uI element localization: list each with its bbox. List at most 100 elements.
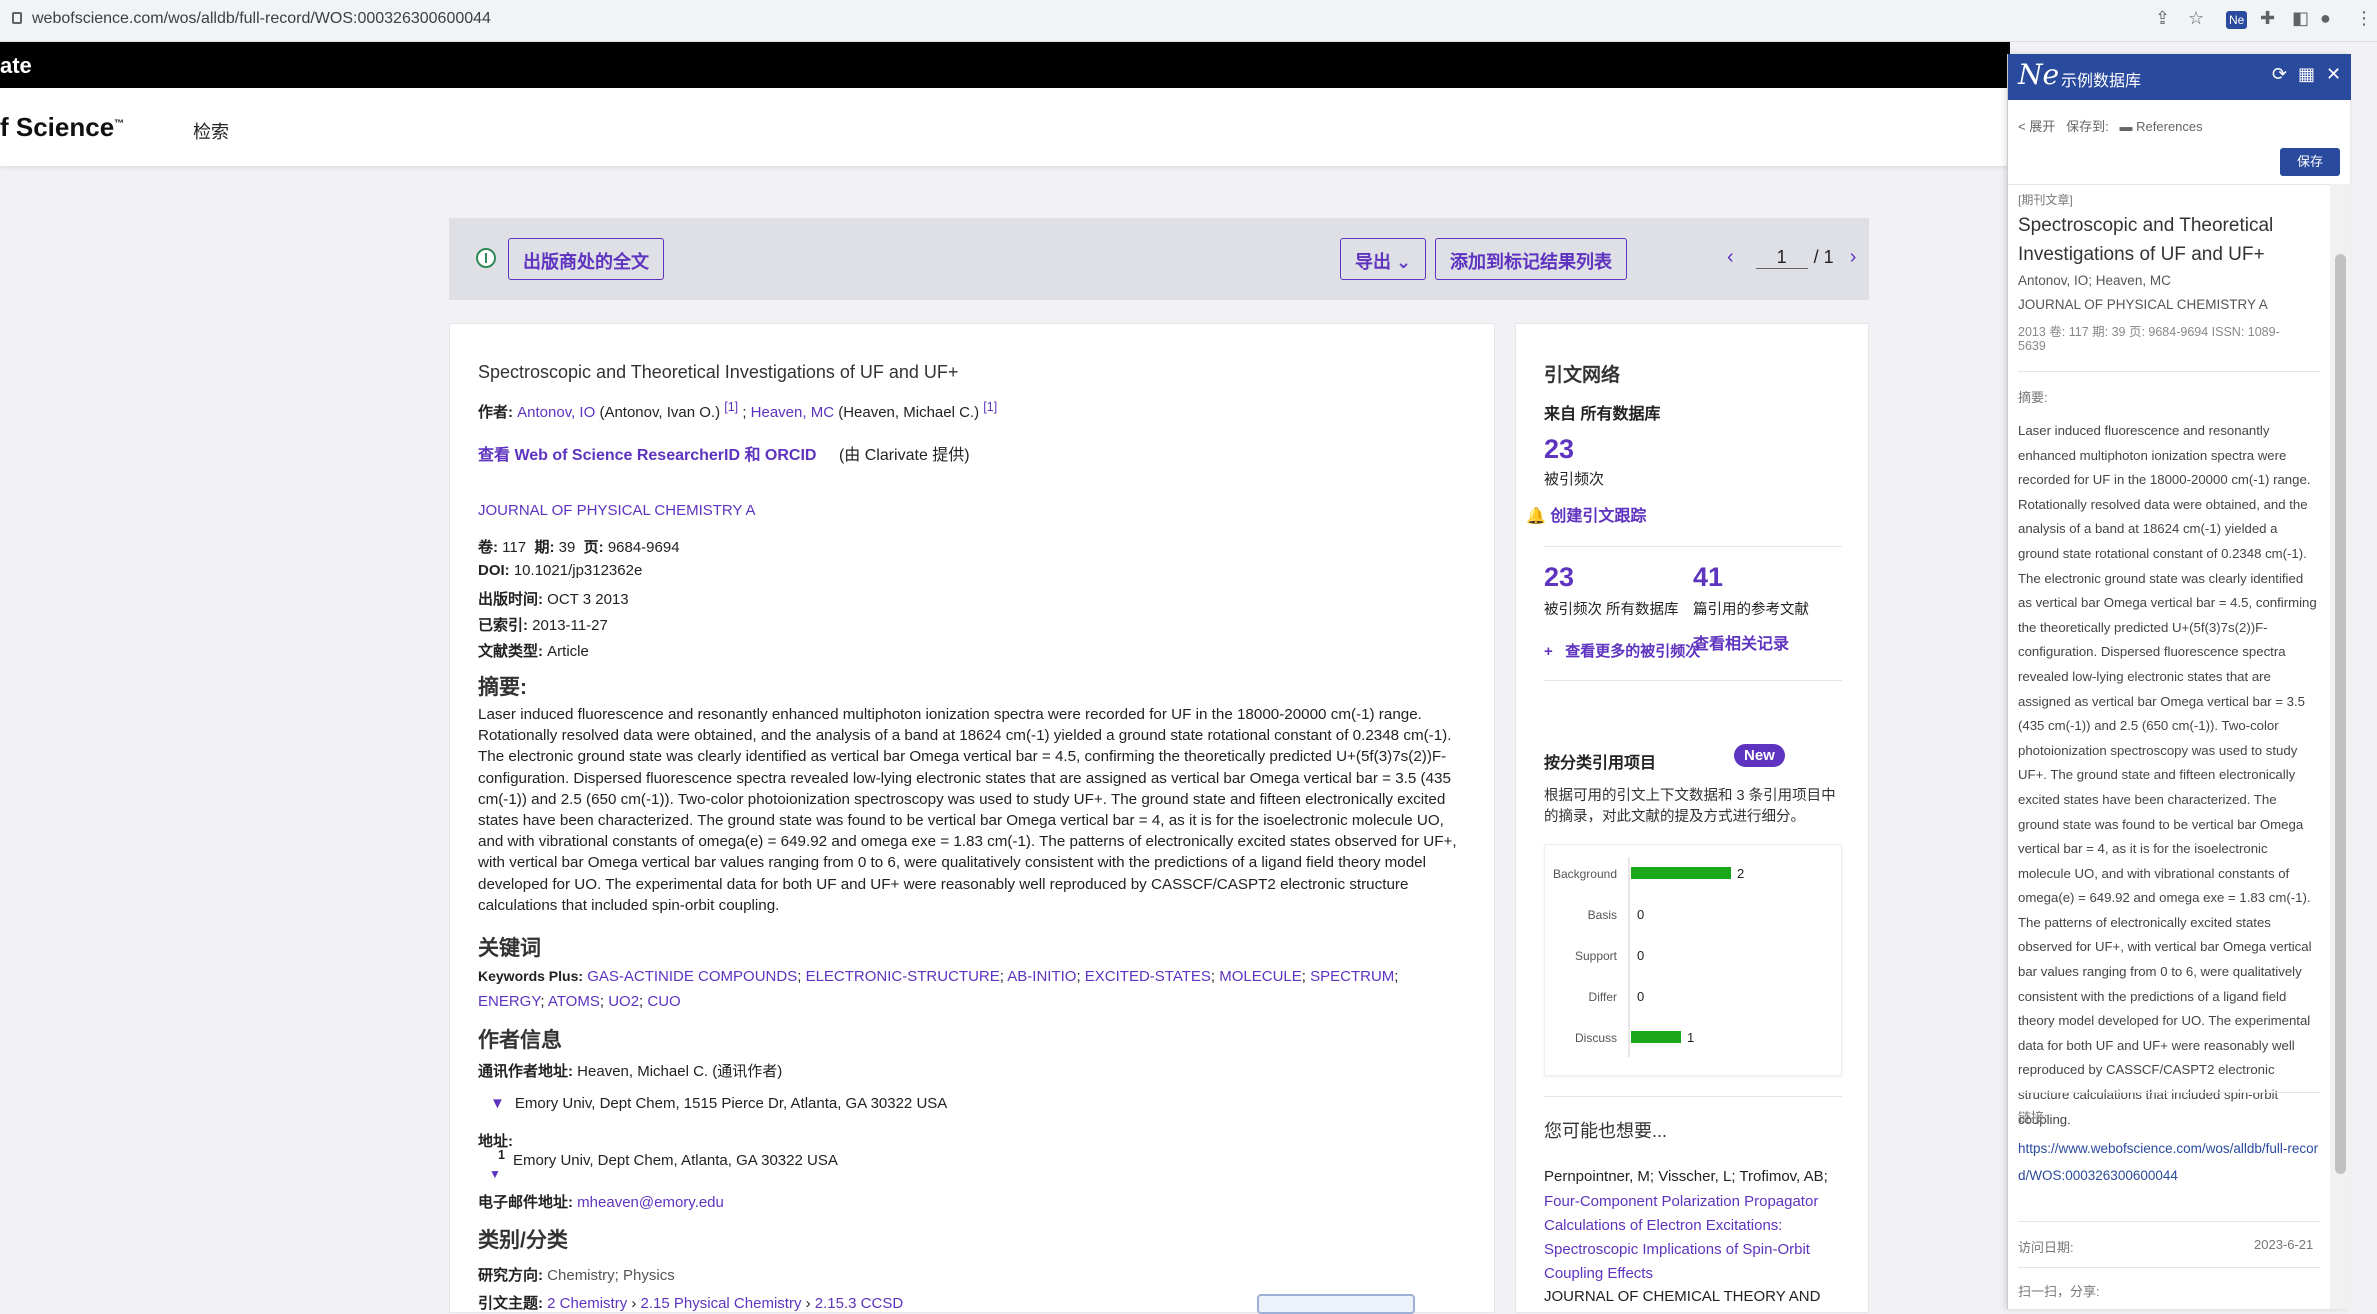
item-meta: 5639 — [2018, 339, 2046, 353]
browser-menu-icon[interactable]: ⋮ — [2355, 8, 2373, 29]
record-card: Spectroscopic and Theoretical Investigat… — [449, 323, 1495, 1313]
export-button[interactable]: 导出 ⌄ — [1340, 238, 1427, 280]
more-times-cited-link[interactable]: + 查看更多的被引频次 — [1544, 640, 1700, 661]
extension-scrollbar[interactable] — [2330, 184, 2351, 1309]
new-badge: New — [1734, 744, 1785, 767]
keyword-link[interactable]: AB-INITIO — [1007, 968, 1076, 985]
classification-heading: 按分类引用项目 — [1544, 755, 1657, 772]
related-records-link[interactable]: 查看相关记录 — [1693, 630, 1789, 654]
keyword-link[interactable]: MOLECULE — [1219, 968, 1302, 985]
create-alert-link[interactable]: 🔔 创建引文跟踪 — [1526, 502, 1646, 526]
classification-description: 根据可用的引文上下文数据和 3 条引用项目中的摘录，对此文献的提及方式进行细分。 — [1544, 788, 1836, 825]
bar-discuss[interactable] — [1631, 1031, 1681, 1043]
keyword-link[interactable]: ELECTRONIC-STRUCTURE — [806, 968, 1000, 985]
clarivate-logo[interactable]: ate — [0, 53, 32, 79]
author-affil-ref[interactable]: [1] — [983, 400, 997, 414]
page-number-input[interactable]: 1 — [1755, 247, 1808, 269]
divider — [1544, 1096, 1842, 1097]
item-meta[interactable]: 2013 卷: 117 期: 39 页: 9684-9694 ISSN: 108… — [2018, 321, 2280, 340]
volume-line: 卷: 117 期: 39 页: 9684-9694 — [478, 536, 680, 557]
bar-background[interactable] — [1631, 867, 1731, 879]
citation-network-heading: 引文网络 — [1544, 365, 1621, 386]
pubdate-value: OCT 3 2013 — [547, 591, 629, 608]
record-toolbar: 出版商处的全文 导出 ⌄ 添加到标记结果列表 ‹ 1/ 1 › — [449, 218, 1869, 300]
profile-avatar-icon[interactable]: ● — [2320, 8, 2331, 29]
prev-page-icon[interactable]: ‹ — [1727, 246, 1734, 268]
extensions-puzzle-icon[interactable]: ✚ — [2260, 8, 2275, 29]
keyword-separator: ; — [797, 968, 806, 985]
extension-title: 示例数据库 — [2061, 73, 2142, 90]
chevron-down-icon: ⌄ — [1396, 252, 1412, 272]
link-label: 链接: — [2018, 1110, 2048, 1125]
cited-references-count[interactable]: 41 — [1693, 562, 1723, 593]
share-icon[interactable]: ⇪ — [2155, 8, 2170, 29]
full-text-button[interactable]: 出版商处的全文 — [508, 238, 664, 280]
add-to-marked-list-button[interactable]: 添加到标记结果列表 — [1435, 238, 1627, 280]
email-link[interactable]: mheaven@emory.edu — [577, 1194, 724, 1211]
folder-select[interactable]: References — [2136, 119, 2202, 134]
abstract-label: 摘要: — [2018, 390, 2048, 405]
translate-widget[interactable] — [1257, 1294, 1415, 1314]
url-field[interactable]: webofscience.com/wos/alldb/full-record/W… — [12, 10, 491, 28]
author-link-heaven[interactable]: Heaven, MC — [751, 404, 834, 421]
keyword-link[interactable]: ENERGY — [478, 993, 540, 1010]
divider — [2018, 1267, 2320, 1268]
times-cited-count[interactable]: 23 — [1544, 434, 1574, 465]
divider — [2018, 1092, 2320, 1093]
divider — [1544, 546, 1842, 547]
researcher-id-link[interactable]: 查看 Web of Science ResearcherID 和 ORCID — [478, 447, 816, 464]
bookmark-star-icon[interactable]: ☆ — [2188, 8, 2204, 29]
clarivate-bar: ate — [0, 42, 2010, 88]
access-date-value[interactable]: 2023-6-21 — [2254, 1237, 2313, 1252]
doctype-line: 文献类型: Article — [478, 640, 589, 661]
corr-label: 通讯作者地址: — [478, 1063, 573, 1080]
refresh-icon[interactable]: ⟳ — [2272, 64, 2287, 85]
times-cited-all-count[interactable]: 23 — [1544, 562, 1574, 593]
keyword-link[interactable]: EXCITED-STATES — [1085, 968, 1211, 985]
corresponding-line: 通讯作者地址: Heaven, Michael C. (通讯作者) — [478, 1060, 782, 1081]
author-affil-ref[interactable]: [1] — [724, 400, 738, 414]
keyword-link[interactable]: GAS-ACTINIDE COMPOUNDS — [587, 968, 797, 985]
expand-toggle[interactable]: < 展开 — [2018, 119, 2055, 134]
extension-item-details: [期刊文章] Spectroscopic and Theoretical Inv… — [2008, 184, 2330, 1309]
close-icon[interactable]: ✕ — [2326, 64, 2341, 85]
researcher-line: 查看 Web of Science ResearcherID 和 ORCID (… — [478, 441, 970, 465]
caret-down-icon[interactable]: ▼ — [490, 1095, 505, 1112]
address-value: Emory Univ, Dept Chem, Atlanta, GA 30322… — [512, 1152, 838, 1169]
corr-address: Emory Univ, Dept Chem, 1515 Pierce Dr, A… — [514, 1095, 948, 1112]
issue-label: 期: — [534, 539, 555, 556]
keywords-heading: 关键词 — [478, 937, 541, 960]
next-page-icon[interactable]: › — [1850, 246, 1857, 268]
author-link-antonov[interactable]: Antonov, IO — [517, 404, 595, 421]
save-button[interactable]: 保存 — [2280, 148, 2340, 176]
email-line: 电子邮件地址: mheaven@emory.edu — [478, 1191, 724, 1212]
citation-topic-link[interactable]: 2.15.3 CCSD — [815, 1295, 903, 1312]
wos-logo[interactable]: f Science™ — [0, 112, 124, 143]
item-journal[interactable]: JOURNAL OF PHYSICAL CHEMISTRY A — [2018, 297, 2268, 312]
keyword-list: GAS-ACTINIDE COMPOUNDS; ELECTRONIC-STRUC… — [478, 968, 1398, 1010]
author-fullname: (Antonov, Ivan O.) — [599, 404, 721, 421]
ne-extension-icon[interactable]: Ne — [2226, 11, 2248, 29]
item-title[interactable]: Spectroscopic and Theoretical Investigat… — [2018, 211, 2318, 269]
doi-value: 10.1021/jp312362e — [513, 562, 643, 579]
item-abstract[interactable]: Laser induced fluorescence and resonantl… — [2018, 419, 2320, 1132]
keyword-separator: ; — [540, 993, 548, 1010]
keyword-link[interactable]: ATOMS — [548, 993, 600, 1010]
caret-down-icon[interactable]: ▼ — [489, 1167, 501, 1181]
citation-topic-link[interactable]: 2 Chemistry — [547, 1295, 627, 1312]
item-authors[interactable]: Antonov, IO; Heaven, MC — [2018, 273, 2171, 288]
related-title-link[interactable]: Four-Component Polarization Propagator C… — [1544, 1190, 1844, 1286]
keyword-link[interactable]: UO2 — [608, 993, 639, 1010]
journal-link[interactable]: JOURNAL OF PHYSICAL CHEMISTRY A — [478, 502, 756, 519]
keywords-plus: Keywords Plus: GAS-ACTINIDE COMPOUNDS; E… — [478, 964, 1458, 1014]
grid-icon[interactable]: ▦ — [2298, 64, 2315, 85]
keyword-link[interactable]: CUO — [647, 993, 680, 1010]
scrollbar-thumb[interactable] — [2335, 254, 2346, 1174]
nav-search[interactable]: 检索 — [193, 118, 229, 144]
keyword-separator: ; — [1210, 968, 1220, 985]
item-link[interactable]: https://www.webofscience.com/wos/alldb/f… — [2018, 1135, 2320, 1189]
citation-topic-link[interactable]: 2.15 Physical Chemistry — [641, 1295, 802, 1312]
sidepanel-icon[interactable]: ◧ — [2292, 8, 2309, 29]
times-cited-label: 被引频次 — [1544, 471, 1605, 488]
keyword-link[interactable]: SPECTRUM — [1310, 968, 1394, 985]
